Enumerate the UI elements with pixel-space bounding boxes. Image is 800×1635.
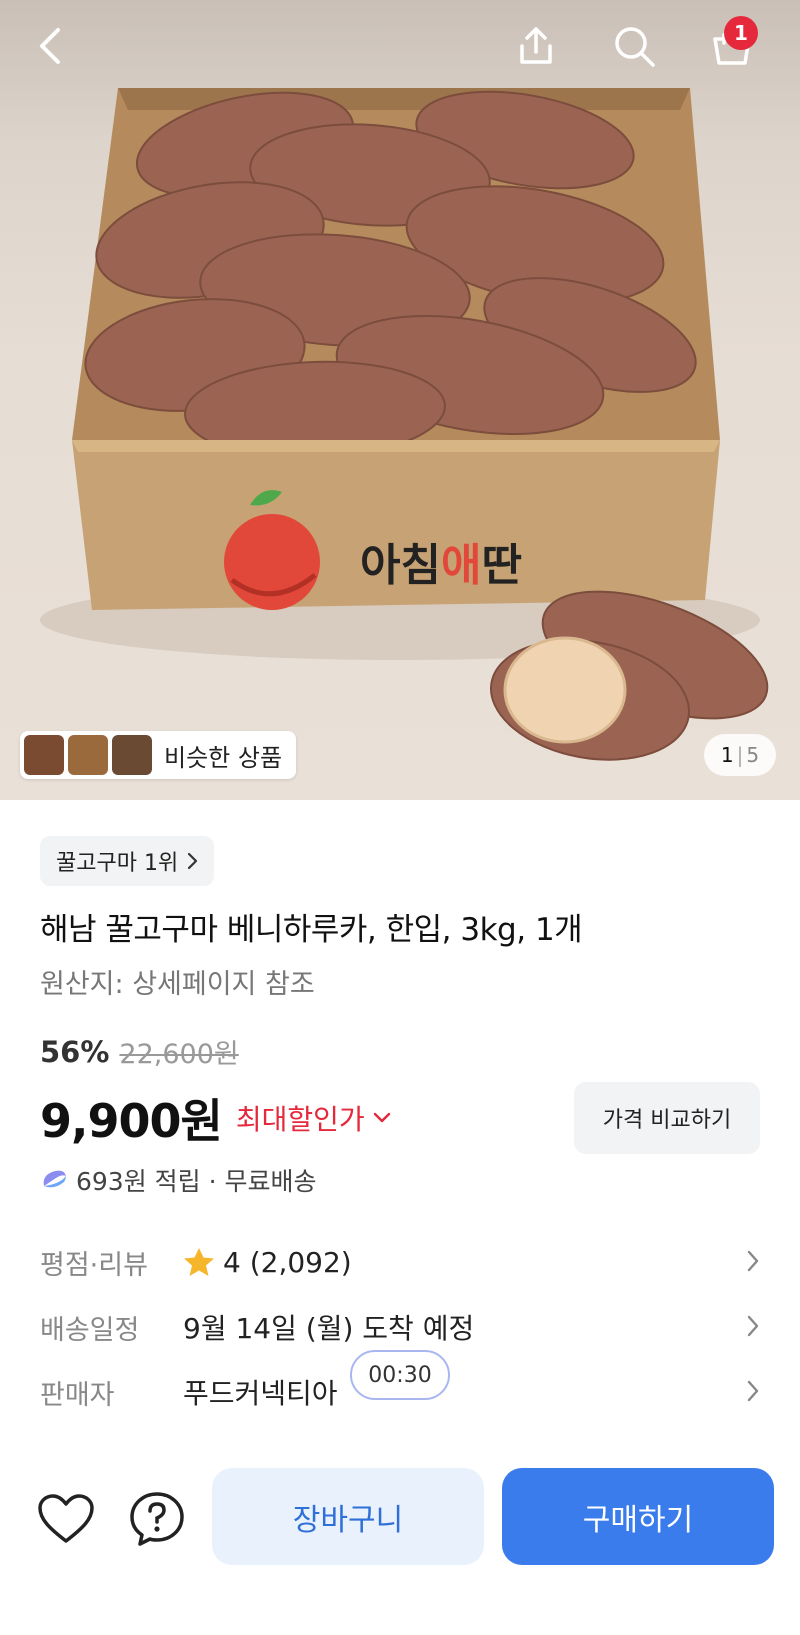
similar-products-label: 비슷한 상품: [164, 743, 283, 772]
cart-count-badge: 1: [724, 16, 758, 50]
brand-logo-text: 아침애딴: [360, 540, 522, 591]
discount-percent: 56%: [40, 1034, 110, 1069]
rank-label: 꿀고구마 1위: [56, 851, 179, 876]
sweet-potato-box-image: 아침애딴: [40, 88, 769, 761]
inquiry-button[interactable]: [125, 1487, 189, 1551]
rating-value: 4 (2,092): [223, 1245, 352, 1279]
page-separator: |: [736, 743, 744, 767]
star-icon: [184, 1248, 214, 1276]
similar-product-thumbnail: [112, 735, 152, 775]
price-compare-button[interactable]: 가격 비교하기: [574, 1082, 760, 1154]
reward-icon: [43, 1170, 66, 1188]
reward-shipping-row: 693원 적립 · 무료배송: [40, 1162, 317, 1198]
page-total: 5: [746, 743, 760, 767]
category-rank-chip[interactable]: 꿀고구마 1위: [40, 836, 215, 886]
wishlist-button[interactable]: [34, 1487, 98, 1551]
similar-product-thumbnail: [68, 735, 108, 775]
reward-text: 693원 적립 · 무료배송: [76, 1167, 317, 1196]
delivery-schedule-row[interactable]: 배송일정 9월 14일 (월) 도착 예정: [40, 1302, 760, 1352]
sale-price: 9,900원: [40, 1094, 223, 1148]
delivery-key: 배송일정: [40, 1314, 140, 1346]
cart-button[interactable]: 1: [704, 16, 760, 74]
countdown-timer: 00:30: [350, 1350, 450, 1400]
seller-key: 판매자: [40, 1379, 115, 1411]
rating-review-row[interactable]: 평점·리뷰 4 (2,092): [40, 1237, 760, 1287]
question-icon: [130, 1492, 184, 1546]
buy-now-button[interactable]: 구매하기: [502, 1468, 774, 1565]
back-button[interactable]: [22, 18, 78, 74]
product-image[interactable]: 아침애딴: [0, 0, 800, 800]
add-to-cart-button[interactable]: 장바구니: [212, 1468, 484, 1565]
search-icon: [615, 27, 655, 67]
price-row: 9,900원 최대할인가: [40, 1085, 391, 1151]
product-title: 해남 꿀고구마 베니하루카, 한입, 3kg, 1개: [40, 912, 583, 948]
max-discount-label: 최대할인가: [235, 1103, 365, 1136]
chevron-right-icon: [188, 852, 198, 870]
chevron-right-icon: [747, 1250, 759, 1272]
product-origin: 원산지: 상세페이지 참조: [40, 969, 315, 1000]
heart-icon: [38, 1494, 94, 1543]
chevron-right-icon: [747, 1315, 759, 1337]
chevron-right-icon: [747, 1380, 759, 1402]
share-icon: [520, 27, 552, 64]
max-discount-toggle[interactable]: 최대할인가: [236, 1098, 391, 1138]
delivery-value: 9월 14일 (월) 도착 예정: [183, 1312, 475, 1345]
chevron-down-icon: [373, 1112, 390, 1123]
original-price: 22,600원: [119, 1039, 239, 1070]
page-current: 1: [720, 743, 734, 767]
search-button[interactable]: [606, 18, 662, 74]
share-button[interactable]: [508, 18, 564, 74]
top-navigation-bar: 1: [0, 0, 800, 96]
similar-products-chip[interactable]: 비슷한 상품: [20, 731, 297, 779]
chevron-left-icon: [40, 28, 60, 64]
image-page-indicator: 1 | 5: [704, 734, 776, 776]
discount-row: 56% 22,600원: [40, 1032, 239, 1071]
similar-product-thumbnail: [24, 735, 64, 775]
seller-value: 푸드커넥티아: [183, 1377, 338, 1410]
rating-key: 평점·리뷰: [40, 1249, 148, 1281]
